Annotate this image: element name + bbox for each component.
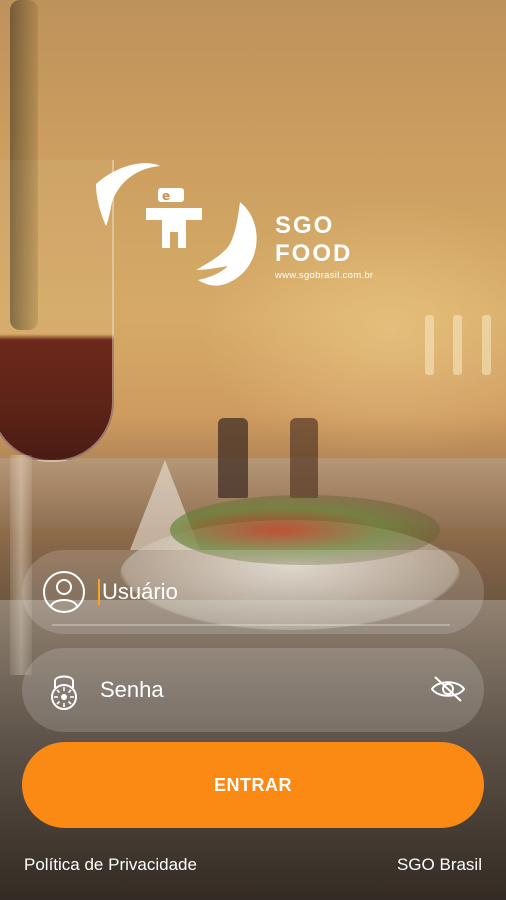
- sgo-emblem-icon: e: [96, 163, 257, 286]
- sgo-brasil-link[interactable]: SGO Brasil: [397, 855, 482, 875]
- enter-button[interactable]: ENTRAR: [22, 742, 484, 828]
- brand-url: www.sgobrasil.com.br: [275, 270, 374, 281]
- privacy-policy-link[interactable]: Política de Privacidade: [24, 855, 197, 875]
- password-input[interactable]: Senha: [100, 677, 164, 703]
- brand-name: SGO FOOD: [275, 212, 353, 267]
- svg-text:e: e: [162, 189, 170, 203]
- username-input[interactable]: Usuário: [98, 579, 178, 605]
- username-field[interactable]: Usuário: [22, 550, 484, 634]
- brand-logo: e SGO FOOD www.sgobrasil.com.br: [90, 162, 420, 290]
- padlock-icon: [51, 675, 77, 710]
- user-circle-icon: [43, 571, 85, 613]
- eye-off-icon[interactable]: [430, 674, 466, 704]
- password-field[interactable]: Senha: [22, 648, 484, 732]
- username-underline: [52, 624, 450, 626]
